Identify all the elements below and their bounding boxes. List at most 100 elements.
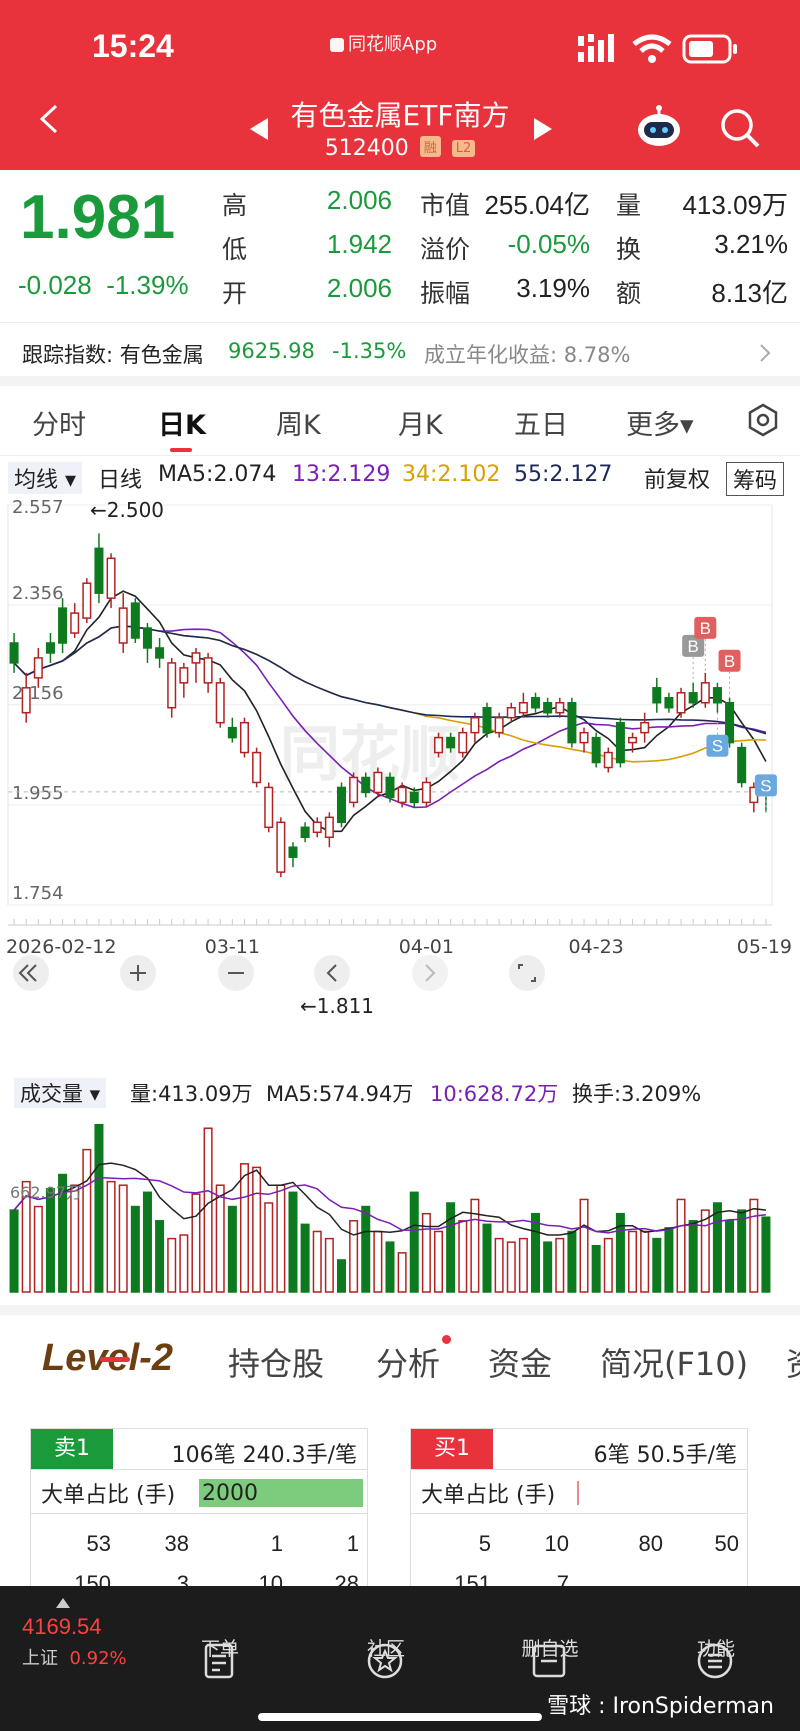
tab-weekly-k[interactable]: 周K: [276, 403, 321, 442]
index-ticker[interactable]: 4169.54 上证 0.92%: [22, 1598, 127, 1670]
amplitude-value: 3.19%: [516, 273, 590, 303]
volume-bar: [567, 1230, 577, 1293]
volume-bar: [33, 1205, 43, 1293]
sell-num: 38: [164, 1531, 189, 1556]
candle: [349, 776, 359, 804]
candle: [652, 687, 662, 704]
nav-functions[interactable]: 功能: [666, 1634, 766, 1679]
tracking-index-row[interactable]: 跟踪指数: 有色金属 9625.98 -1.35% 成立年化收益: 8.78%: [0, 322, 800, 379]
volume-chart[interactable]: 662.97万: [0, 1110, 800, 1295]
tab-monthly-k[interactable]: 月K: [398, 403, 443, 442]
tab-analysis[interactable]: 分析: [376, 1339, 440, 1385]
app-header: 15:24 同花顺App 有色金属ETF南方 512400 融 L2: [0, 0, 800, 170]
divider: [0, 1305, 800, 1315]
kline-chart[interactable]: 2.5572.3562.1561.9551.754 同花顺 2026-02-12…: [0, 495, 800, 1055]
volume-bar: [385, 1241, 395, 1293]
candle: [433, 736, 444, 754]
chart-controls: [13, 955, 545, 991]
remove-watchlist-icon: [532, 1644, 566, 1678]
nav-community[interactable]: 社区: [336, 1634, 436, 1679]
tab-holdings[interactable]: 持仓股: [228, 1339, 324, 1385]
candle: [409, 791, 419, 804]
sell1-badge: 卖1: [31, 1429, 113, 1469]
buy-num: 10: [544, 1531, 569, 1556]
fullscreen-button[interactable]: [509, 955, 545, 991]
trade-signal-s[interactable]: S: [754, 774, 777, 813]
candle: [397, 786, 407, 804]
ma-selector[interactable]: 均线 ▾: [8, 462, 83, 494]
period-tabs: 分时 日K 周K 月K 五日 更多▾: [0, 385, 800, 455]
nav-order[interactable]: 下单: [170, 1634, 270, 1679]
volume-axis-label: 662.97万: [10, 1183, 82, 1202]
zoom-in-button[interactable]: [120, 955, 156, 991]
premium-label: 溢价: [420, 235, 471, 264]
volume-bar: [288, 1191, 298, 1293]
volume-bar: [252, 1166, 262, 1293]
volume-bar: [640, 1230, 650, 1293]
candle: [33, 657, 43, 679]
index-value: 4169.54: [22, 1614, 102, 1639]
volume-bar: [458, 1220, 468, 1293]
sell-book-head: 卖1 106笔 240.3手/笔: [31, 1429, 367, 1470]
tab-more[interactable]: 更多▾: [626, 403, 694, 442]
volume-bar: [543, 1241, 553, 1293]
volume-bar: [361, 1205, 371, 1293]
volume-label: 量: [616, 191, 642, 220]
volume-bar: [518, 1237, 528, 1293]
detail-tabs: Level-2 持仓股 分析 资金 简况(F10) 资: [0, 1325, 800, 1405]
mcap-label: 市值: [420, 191, 471, 220]
candle: [640, 721, 650, 734]
tab-daily-k[interactable]: 日K: [158, 403, 206, 442]
candle: [361, 776, 371, 794]
volume-bar: [749, 1198, 759, 1293]
prev-button[interactable]: [314, 955, 350, 991]
signal-label: B: [700, 619, 711, 638]
low-label: 低: [222, 235, 248, 264]
volume-bar: [421, 1212, 431, 1293]
candle: [203, 657, 213, 684]
candle: [300, 826, 310, 839]
scroll-left-button[interactable]: [13, 955, 49, 991]
adjust-mode[interactable]: 前复权: [644, 462, 710, 494]
indicator-selector[interactable]: 成交量 ▾: [14, 1078, 107, 1108]
tab-funds[interactable]: 资金: [488, 1339, 552, 1385]
menu-icon: [697, 1643, 733, 1679]
index-name: 上证: [22, 1648, 58, 1669]
next-button[interactable]: [412, 955, 448, 991]
volume-bar: [264, 1202, 274, 1293]
tab-more-cut[interactable]: 资: [786, 1339, 800, 1385]
nav-remove-watchlist[interactable]: 删自选: [500, 1634, 600, 1678]
triangle-up-icon: [56, 1598, 70, 1608]
zoom-out-button[interactable]: [218, 955, 254, 991]
x-tick-label: 05-19: [737, 936, 792, 958]
signal-label: B: [724, 652, 735, 671]
buy-num: 5: [478, 1531, 491, 1556]
divider: [411, 1513, 747, 1514]
ma13-legend: 13:2.129: [292, 462, 391, 487]
candle: [700, 682, 710, 704]
tab-five-day[interactable]: 五日: [514, 403, 568, 442]
chips-button[interactable]: 筹码: [726, 462, 785, 496]
tracking-value: 9625.98: [228, 339, 315, 363]
ma5-legend: MA5:2.074: [158, 462, 277, 487]
robot-assistant-icon[interactable]: [636, 104, 682, 148]
candle: [94, 547, 104, 594]
price-change: -0.028 -1.39%: [18, 270, 189, 301]
trade-signal-b[interactable]: B: [682, 634, 705, 683]
volume-bar: [688, 1220, 698, 1293]
candle: [664, 697, 674, 709]
chevron-right-icon[interactable]: [758, 343, 772, 363]
tab-intraday[interactable]: 分时: [32, 403, 86, 442]
search-icon[interactable]: [718, 106, 762, 150]
candle: [276, 821, 286, 873]
volume-bar: [9, 1209, 19, 1293]
sell-large-value: 2000: [202, 1481, 258, 1506]
settings-hexagon-icon[interactable]: [746, 403, 780, 437]
tab-f10[interactable]: 简况(F10): [600, 1339, 748, 1385]
candle: [70, 612, 80, 634]
volume-header: 成交量 ▾ 量:413.09万 MA5:574.94万 10:628.72万 换…: [0, 1072, 800, 1112]
candle: [82, 582, 92, 619]
buy-num: 50: [714, 1531, 739, 1556]
volume-current: 量:413.09万: [130, 1082, 253, 1106]
stock-code: 512400: [324, 136, 409, 161]
